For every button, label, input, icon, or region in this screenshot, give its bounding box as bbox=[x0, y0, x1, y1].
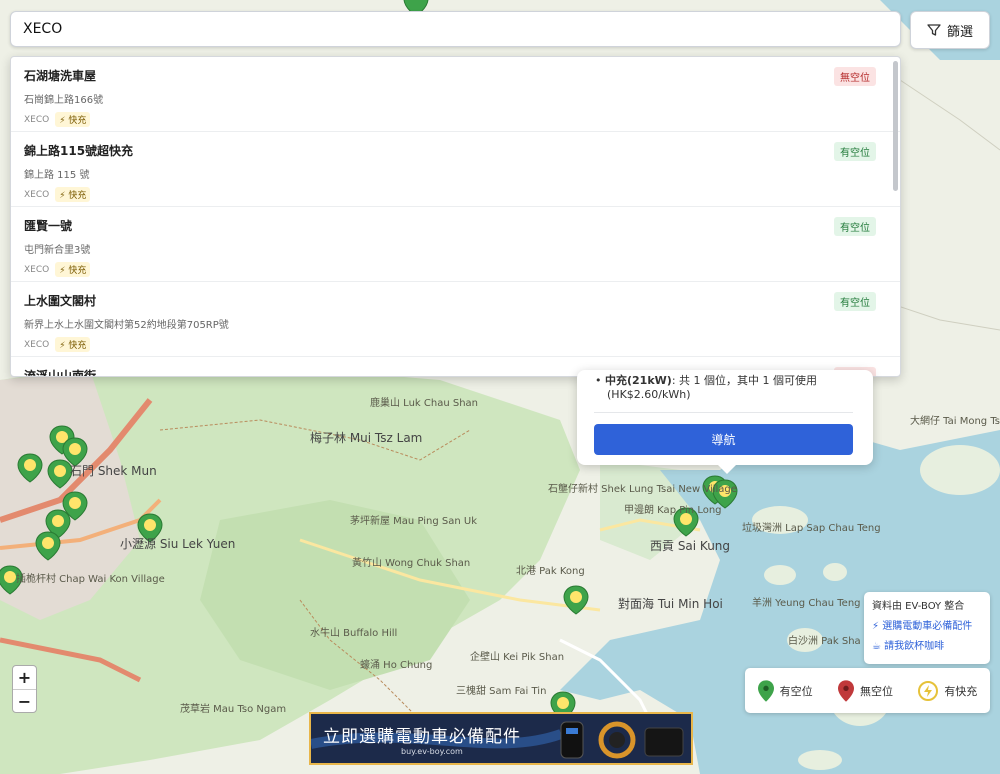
result-operator: XECO bbox=[24, 114, 50, 125]
status-badge: 有空位 bbox=[834, 217, 876, 236]
place-ho-chung: 蠔涌 Ho Chung bbox=[360, 660, 433, 671]
fast-badge-label: 快充 bbox=[68, 341, 87, 351]
legend-unavailable-label: 無空位 bbox=[859, 684, 893, 698]
result-name: 匯賢一號 bbox=[24, 219, 73, 233]
place-kei-pik-shan: 企壁山 Kei Pik Shan bbox=[470, 652, 565, 663]
result-operator: XECO bbox=[24, 339, 50, 350]
charger-product-icon bbox=[560, 721, 684, 759]
charger-type: 中充(21kW) bbox=[605, 374, 672, 387]
result-address: 錦上路 115 號 bbox=[24, 170, 90, 181]
accessories-link[interactable]: ⚡ 選購電動車必備配件 bbox=[872, 619, 982, 639]
filter-label: 篩選 bbox=[946, 24, 973, 40]
place-shek-lung-tsai: 石壟仔新村 Shek Lung Tsai New Village bbox=[548, 484, 737, 495]
fast-badge-label: 快充 bbox=[68, 191, 87, 201]
place-shek-mun: 石門 Shek Mun bbox=[70, 464, 157, 478]
source-title: 資料由 EV-BOY 整合 bbox=[872, 601, 965, 612]
status-badge: 無空位 bbox=[834, 67, 876, 86]
ad-banner[interactable]: 立即選購電動車必備配件 buy.ev-boy.com bbox=[309, 712, 693, 765]
result-item[interactable]: 錦上路115號超快充 錦上路 115 號 XECO ⚡ 快充 有空位 bbox=[11, 132, 900, 207]
charger-price: (HK$2.60/kWh) bbox=[607, 388, 691, 401]
fast-badge: ⚡ 快充 bbox=[55, 112, 91, 127]
zoom-in-button[interactable]: + bbox=[13, 666, 36, 690]
result-name: 石湖塘洗車屋 bbox=[24, 69, 97, 83]
fast-badge-label: 快充 bbox=[68, 266, 87, 276]
zoom-control: + − bbox=[12, 665, 37, 713]
search-input-value: XECO bbox=[23, 21, 63, 37]
status-badge: 有空位 bbox=[834, 292, 876, 311]
fast-badge: ⚡ 快充 bbox=[55, 337, 91, 352]
place-mau-ping: 茅坪新屋 Mau Ping San Uk bbox=[350, 516, 478, 527]
status-badge: 有空位 bbox=[834, 142, 876, 161]
legend-fast-label: 有快充 bbox=[944, 684, 978, 698]
place-buffalo-hill: 水牛山 Buffalo Hill bbox=[310, 628, 398, 639]
fast-badge-label: 快充 bbox=[68, 116, 87, 126]
place-mau-tso-ngam: 茂草岩 Mau Tso Ngam bbox=[180, 704, 287, 715]
result-address: 屯門新合里3號 bbox=[24, 245, 91, 256]
banner-url: buy.ev-boy.com bbox=[401, 747, 463, 756]
result-item[interactable]: 匯賢一號 屯門新合里3號 XECO ⚡ 快充 有空位 bbox=[11, 207, 900, 282]
place-tui-min-hoi: 對面海 Tui Min Hoi bbox=[618, 597, 723, 611]
zoom-out-button[interactable]: − bbox=[13, 690, 36, 713]
fast-badge: ⚡ 快充 bbox=[55, 187, 91, 202]
fast-charge-icon bbox=[918, 680, 939, 701]
result-operator: XECO bbox=[24, 189, 50, 200]
result-name: 錦上路115號超快充 bbox=[24, 144, 134, 158]
popup-charger-info: • 中充(21kW): 共 1 個位，其中 1 個可使用 (HK$2.60/kW… bbox=[595, 374, 817, 401]
available-pin-icon bbox=[757, 679, 774, 702]
result-address: 新界上水上水圍文閣村第52約地段第705RP號 bbox=[24, 320, 229, 331]
place-tsz-lam: 梅子林 Mui Tsz Lam bbox=[310, 431, 423, 445]
result-item[interactable]: 上水圍文閣村 新界上水上水圍文閣村第52約地段第705RP號 XECO ⚡ 快充 … bbox=[11, 282, 900, 357]
place-sam-fai: 三槐甜 Sam Fai Tin bbox=[456, 686, 547, 697]
station-popup: • 中充(21kW): 共 1 個位，其中 1 個可使用 (HK$2.60/kW… bbox=[577, 370, 873, 474]
navigate-button[interactable]: 導航 bbox=[594, 424, 853, 455]
result-operator: XECO bbox=[24, 264, 50, 275]
place-sai-kung: 西貢 Sai Kung bbox=[650, 539, 731, 553]
legend: 有空位 無空位 有快充 bbox=[745, 668, 990, 713]
source-box: 資料由 EV-BOY 整合 ⚡ 選購電動車必備配件 ☕ 請我飲杯咖啡 bbox=[864, 592, 990, 664]
unavailable-pin-icon bbox=[837, 679, 854, 702]
place-wong-chuk-shan: 黃竹山 Wong Chuk Shan bbox=[352, 558, 471, 569]
place-yeung-chau: 羊洲 Yeung Chau Teng bbox=[752, 598, 861, 609]
coffee-link[interactable]: ☕ 請我飲杯咖啡 bbox=[872, 639, 982, 659]
place-siu-lek-yuen: 小瀝源 Siu Lek Yuen bbox=[120, 537, 236, 551]
search-results[interactable]: 石湖塘洗車屋 石崗錦上路166號 XECO ⚡ 快充 無空位 錦上路115號超快充… bbox=[10, 56, 901, 377]
scrollbar[interactable] bbox=[893, 61, 898, 191]
legend-available-label: 有空位 bbox=[779, 684, 813, 698]
place-chap-wai-kon: 插桅杆村 Chap Wai Kon Village bbox=[16, 574, 165, 585]
result-name: 上水圍文閣村 bbox=[24, 294, 97, 308]
place-kap-pin-long: 甲邊朗 Kap Pin Long bbox=[624, 505, 722, 516]
place-lap-sap: 垃圾灣洲 Lap Sap Chau Teng bbox=[742, 523, 881, 534]
place-luk-chau-shan: 鹿巢山 Luk Chau Shan bbox=[370, 398, 478, 409]
charger-detail: : 共 1 個位，其中 1 個可使用 bbox=[671, 374, 817, 387]
banner-title: 立即選購電動車必備配件 bbox=[323, 727, 521, 747]
search-input[interactable]: XECO bbox=[10, 11, 901, 47]
place-pak-kong: 北港 Pak Kong bbox=[516, 566, 585, 577]
filter-button[interactable]: 篩選 bbox=[910, 11, 990, 49]
fast-badge: ⚡ 快充 bbox=[55, 262, 91, 277]
place-tai-mong-tsai: 大網仔 Tai Mong Tsai bbox=[910, 416, 1000, 427]
filter-icon bbox=[927, 24, 941, 36]
popup-divider bbox=[594, 412, 853, 413]
result-item[interactable]: 石湖塘洗車屋 石崗錦上路166號 XECO ⚡ 快充 無空位 bbox=[11, 57, 900, 132]
result-address: 石崗錦上路166號 bbox=[24, 95, 104, 106]
